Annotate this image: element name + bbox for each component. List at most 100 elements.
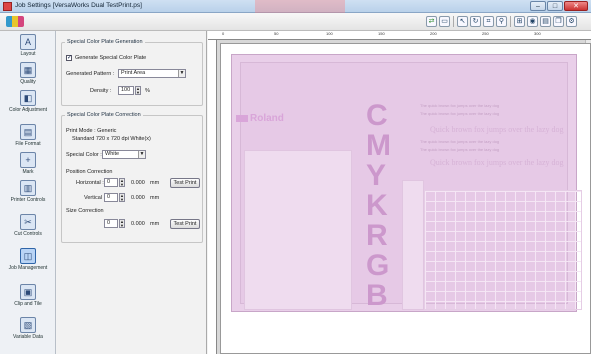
letter-k: K — [366, 189, 388, 222]
letter-y: Y — [366, 159, 387, 192]
size-correction-label: Size Correction — [66, 208, 104, 214]
sidebar-item-label: Quality — [20, 79, 36, 85]
horizontal-input[interactable]: 0 — [104, 178, 118, 187]
sample-text-line: The quick brown fox jumps over the lazy … — [420, 139, 500, 144]
vertical-input[interactable]: 0 — [104, 193, 118, 202]
ruler-tick: 150 — [378, 31, 385, 36]
size-stepper[interactable]: ▲ ▼ — [119, 219, 125, 228]
test-swatch — [244, 150, 352, 310]
toolbar: ⇄ ▭ ↖ ↻ ⌗ ⚲ ⊞ ◉ ▤ ❐ ⚙ — [0, 13, 591, 31]
sidebar-item-layout[interactable]: A Layout — [2, 34, 54, 57]
sidebar: A Layout ▦ Quality ◧ Color Adjustment ▤ … — [0, 31, 56, 354]
print-mode-label: Print Mode : Generic — [66, 128, 117, 134]
sidebar-item-label: Printer Controls — [10, 197, 46, 203]
sidebar-item-quality[interactable]: ▦ Quality — [2, 62, 54, 85]
density-input[interactable]: 100 — [118, 86, 134, 95]
green-arrows-icon[interactable]: ⇄ — [426, 16, 437, 27]
copy-icon[interactable]: ❐ — [553, 16, 564, 27]
settings-icon[interactable]: ⚙ — [566, 16, 577, 27]
pattern-select[interactable]: Print Area ▼ — [118, 69, 186, 78]
vertical-stepper[interactable]: ▲ ▼ — [119, 193, 125, 202]
window-title: Job Settings [VersaWorks Dual TestPrint.… — [15, 2, 142, 9]
toolbar-separator — [453, 16, 454, 27]
sidebar-item-label: Job Management — [8, 265, 48, 271]
letter-m: M — [366, 129, 391, 162]
density-stepper[interactable]: ▲ ▼ — [135, 86, 141, 95]
ruler-left — [208, 40, 217, 354]
ruler-tick: 50 — [274, 31, 279, 36]
letter-b: B — [366, 279, 388, 312]
minimize-button[interactable]: – — [530, 1, 546, 11]
sidebar-item-file-format[interactable]: ▤ File Format — [2, 124, 54, 147]
position-correction-label: Position Correction — [66, 169, 113, 175]
crop-icon[interactable]: ⌗ — [483, 16, 494, 27]
sample-script-line: Quick brown fox jumps over the lazy dog — [430, 158, 564, 167]
special-color-select[interactable]: White ▼ — [102, 150, 146, 159]
toolbar-separator — [510, 16, 511, 27]
special-color-label: Special Color : — [66, 152, 102, 158]
sample-text-line: The quick brown fox jumps over the lazy … — [420, 111, 500, 116]
generation-group: Special Color Plate Generation ✓ Generat… — [61, 39, 203, 106]
sidebar-item-cut-controls[interactable]: ✂ Cut Controls — [2, 214, 54, 237]
cut-icon: ✂ — [20, 214, 36, 230]
size-unit: mm — [150, 221, 160, 227]
size-test-print-button[interactable]: Test Print — [170, 219, 200, 229]
pattern-label: Generated Pattern : — [66, 71, 115, 77]
title-bar[interactable]: Job Settings [VersaWorks Dual TestPrint.… — [0, 0, 591, 13]
sidebar-item-mark[interactable]: + Mark — [2, 152, 54, 175]
print-canvas: Roland C M Y K R G B The quick brown fox… — [220, 43, 591, 354]
horizontal-mm: 0.000 — [131, 180, 145, 186]
generate-checkbox[interactable]: ✓ — [66, 55, 72, 61]
preview-area[interactable]: 0 50 100 150 200 250 300 Roland C M Y K … — [208, 31, 591, 354]
horizontal-label: Horizontal : — [76, 180, 104, 186]
chevron-down-icon: ▼ — [178, 70, 185, 77]
letter-r: R — [366, 219, 388, 252]
rotate-icon[interactable]: ↻ — [470, 16, 481, 27]
sidebar-item-variable-data[interactable]: ▧ Variable Data — [2, 317, 54, 340]
vertical-mm: 0.000 — [131, 195, 145, 201]
pattern-value: Print Area — [121, 70, 146, 76]
sample-script-line: Quick brown fox jumps over the lazy dog — [430, 125, 564, 134]
ruler-top: 0 50 100 150 200 250 300 — [208, 31, 591, 40]
print-preview-icon[interactable]: ▭ — [439, 16, 450, 27]
test-grid — [424, 190, 582, 310]
size-mm: 0.000 — [131, 221, 145, 227]
sidebar-item-printer-controls[interactable]: ▥ Printer Controls — [2, 180, 54, 203]
mark-icon: + — [20, 152, 36, 168]
printer-icon: ▥ — [20, 180, 36, 196]
chevron-down-icon: ▼ — [138, 151, 145, 158]
zoom-icon[interactable]: ⚲ — [496, 16, 507, 27]
layout-icon[interactable]: ▤ — [540, 16, 551, 27]
sidebar-item-label: Mark — [22, 169, 34, 175]
sidebar-item-label: File Format — [15, 141, 41, 147]
correction-title: Special Color Plate Correction — [65, 112, 143, 118]
ruler-tick: 300 — [534, 31, 541, 36]
file-format-icon: ▤ — [20, 124, 36, 140]
sidebar-item-clip-and-tile[interactable]: ▣ Clip and Tile — [2, 284, 54, 307]
horizontal-stepper[interactable]: ▲ ▼ — [119, 178, 125, 187]
pointer-icon[interactable]: ↖ — [457, 16, 468, 27]
roland-text: Roland — [250, 113, 284, 124]
special-color-plate: Roland C M Y K R G B The quick brown fox… — [231, 54, 582, 312]
test-swatch — [402, 180, 424, 310]
maximize-icon: □ — [552, 3, 558, 10]
special-color-value: White — [105, 151, 120, 157]
density-unit: % — [145, 88, 150, 94]
color-adjust-icon: ◧ — [20, 90, 36, 106]
print-mode-value: Standard 720 x 720 dpi White(x) — [72, 136, 151, 142]
ruler-tick: 200 — [430, 31, 437, 36]
sample-text-line: The quick brown fox jumps over the lazy … — [420, 103, 500, 108]
layout-icon: A — [20, 34, 36, 50]
correction-group: Special Color Plate Correction Print Mod… — [61, 112, 203, 243]
maximize-button[interactable]: □ — [547, 1, 563, 11]
generate-checkbox-label: Generate Special Color Plate — [75, 55, 147, 61]
job-management-icon: ◫ — [20, 248, 36, 264]
sidebar-item-color-adjustment[interactable]: ◧ Color Adjustment — [2, 90, 54, 113]
size-input[interactable]: 0 — [104, 219, 118, 228]
ruler-tick: 100 — [326, 31, 333, 36]
close-button[interactable]: ✕ — [564, 1, 588, 11]
sidebar-item-job-management[interactable]: ◫ Job Management — [2, 248, 54, 271]
test-print-button[interactable]: Test Print — [170, 178, 200, 188]
view-icon[interactable]: ◉ — [527, 16, 538, 27]
fit-icon[interactable]: ⊞ — [514, 16, 525, 27]
